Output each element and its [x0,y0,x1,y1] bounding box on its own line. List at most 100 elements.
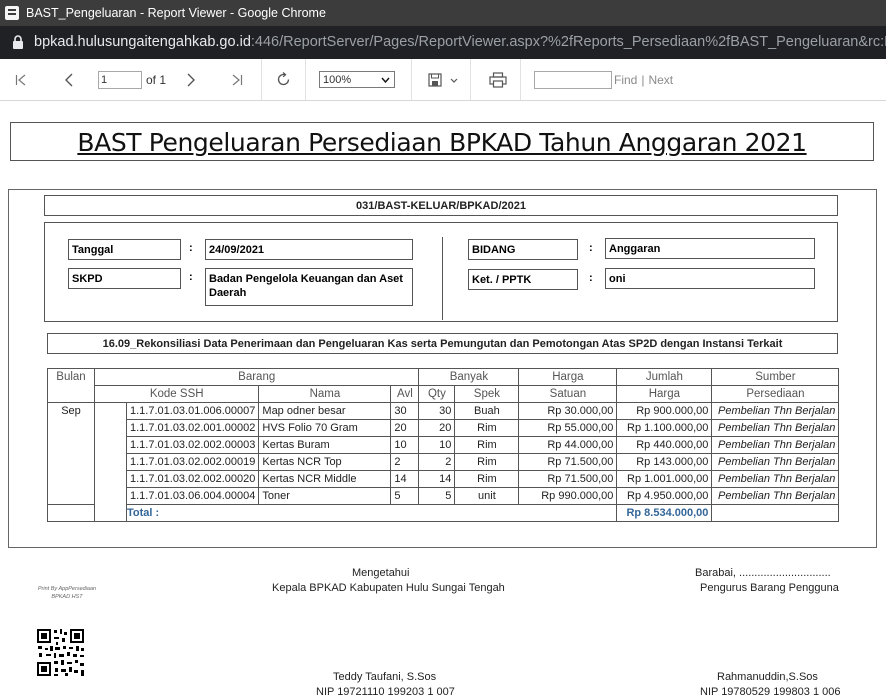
zoom-value: 100% [323,74,352,86]
page-count: of 1 [146,72,167,87]
header-qty: Qty [418,385,456,403]
toolbar-divider [261,59,262,100]
next-page-button[interactable] [186,59,196,100]
kode-cell: 1.1.7.01.03.02.001.00002 [125,419,260,437]
qty-cell: 30 [418,402,456,420]
find-link[interactable]: Find [614,73,637,87]
print-by-note: Print By AppPersediaan BPKAD HST [30,585,104,601]
colon: : [589,272,593,284]
report-toolbar: 1 of 1 100% Find | Next [0,59,886,101]
spek-cell: unit [454,487,520,505]
qty-cell: 14 [418,470,456,488]
nama-cell: Kertas NCR Top [258,453,392,471]
kode-cell: 1.1.7.01.03.06.004.00004 [125,487,260,505]
header-banyak: Banyak [418,368,520,386]
find-input[interactable] [534,70,612,89]
url-host: bpkad.hulusungaitengahkab.go.id [34,34,251,50]
total-value: Rp 8.534.000,00 [616,504,713,522]
tanggal-value: 24/09/2021 [205,239,413,260]
header-bulan: Bulan [47,368,95,403]
doc-number: 031/BAST-KELUAR/BPKAD/2021 [44,195,838,216]
report-body: BAST Pengeluaran Persediaan BPKAD Tahun … [0,101,886,698]
bidang-label: BIDANG [468,239,578,260]
total-label: Total : [125,504,618,522]
bidang-value: Anggaran [605,238,815,259]
table-row: 1.1.7.01.03.02.002.00019 Kertas NCR Top … [48,453,840,471]
colon: : [589,242,593,254]
lock-icon [13,35,23,49]
jumlah-cell: Rp 900.000,00 [616,402,713,420]
find-next-link[interactable]: Next [648,73,673,87]
address-bar[interactable]: bpkad.hulusungaitengahkab.go.id:446/Repo… [0,26,886,59]
header-kode-ssh: Kode SSH [93,385,260,403]
mengetahui-text: Mengetahui [352,567,410,579]
qty-cell: 20 [418,419,456,437]
kode-cell: 1.1.7.01.03.02.002.00019 [125,453,260,471]
export-button[interactable] [428,59,458,100]
skpd-label: SKPD [68,268,181,289]
chevron-right-icon [187,73,195,86]
kepala-nip: NIP 19721110 199203 1 007 [316,686,455,698]
sumber-cell: Pembelian Thn Berjalan [711,402,840,420]
table-row: 1.1.7.01.03.02.001.00002 HVS Folio 70 Gr… [48,419,840,437]
toolbar-divider [305,59,306,100]
print-by-line2: BPKAD HST [51,594,83,600]
window-titlebar: BAST_Pengeluaran - Report Viewer - Googl… [0,0,886,26]
colon: : [189,271,193,283]
kode-cell: 1.1.7.01.03.01.006.00007 [125,402,260,420]
refresh-button[interactable] [275,59,292,100]
pengurus-text: Pengurus Barang Pengguna [700,582,839,594]
jumlah-cell: Rp 1.100.000,00 [616,419,713,437]
tanggal-label: Tanggal [68,239,181,260]
month-cell: Sep [47,402,95,505]
header-barang: Barang [93,368,420,386]
empty-cell [47,504,95,522]
spek-cell: Buah [454,402,520,420]
toolbar-divider [470,59,471,100]
table-row: 1.1.7.01.03.02.002.00003 Kertas Buram 10… [48,436,840,454]
last-page-button[interactable] [231,59,243,100]
kode-cell: 1.1.7.01.03.02.002.00003 [125,436,260,454]
header-satuan: Satuan [518,385,618,403]
header-harga-total: Harga [616,385,713,403]
prev-page-button[interactable] [64,59,74,100]
sumber-cell: Pembelian Thn Berjalan [711,419,840,437]
printer-icon [489,71,507,88]
activity-title: 16.09_Rekonsiliasi Data Penerimaan dan P… [47,333,838,354]
header-harga: Harga [518,368,618,386]
avl-cell: 20 [390,419,420,437]
satuan-cell: Rp 44.000,00 [518,436,618,454]
page-number-input[interactable]: 1 [98,70,142,89]
qty-cell: 2 [418,453,456,471]
nama-cell: HVS Folio 70 Gram [258,419,392,437]
sumber-cell: Pembelian Thn Berjalan [711,453,840,471]
jumlah-cell: Rp 440.000,00 [616,436,713,454]
spek-cell: Rim [454,436,520,454]
table-row: 1.1.7.01.03.02.002.00020 Kertas NCR Midd… [48,470,840,488]
satuan-cell: Rp 71.500,00 [518,470,618,488]
header-nama: Nama [258,385,392,403]
avl-cell: 30 [390,402,420,420]
save-icon [428,72,458,87]
find-separator: | [641,72,645,87]
spacer-cell [94,402,127,522]
ket-label: Ket. / PPTK [468,269,578,290]
satuan-cell: Rp 71.500,00 [518,453,618,471]
header-jumlah: Jumlah [616,368,713,386]
report-title: BAST Pengeluaran Persediaan BPKAD Tahun … [10,122,874,161]
avl-cell: 2 [390,453,420,471]
satuan-cell: Rp 30.000,00 [518,402,618,420]
spek-cell: Rim [454,419,520,437]
first-page-button[interactable] [15,59,27,100]
print-by-line1: Print By AppPersediaan [37,586,97,592]
kepala-name: Teddy Taufani, S.Sos [333,671,437,683]
nama-cell: Toner [258,487,392,505]
first-page-icon [15,74,26,85]
zoom-select[interactable]: 100% [319,71,395,88]
place-date: Barabai, .............................. [695,567,831,579]
chevron-left-icon [65,73,73,86]
spek-cell: Rim [454,470,520,488]
print-button[interactable] [489,59,507,100]
sumber-cell: Pembelian Thn Berjalan [711,487,840,505]
header-sumber: Sumber [711,368,840,386]
